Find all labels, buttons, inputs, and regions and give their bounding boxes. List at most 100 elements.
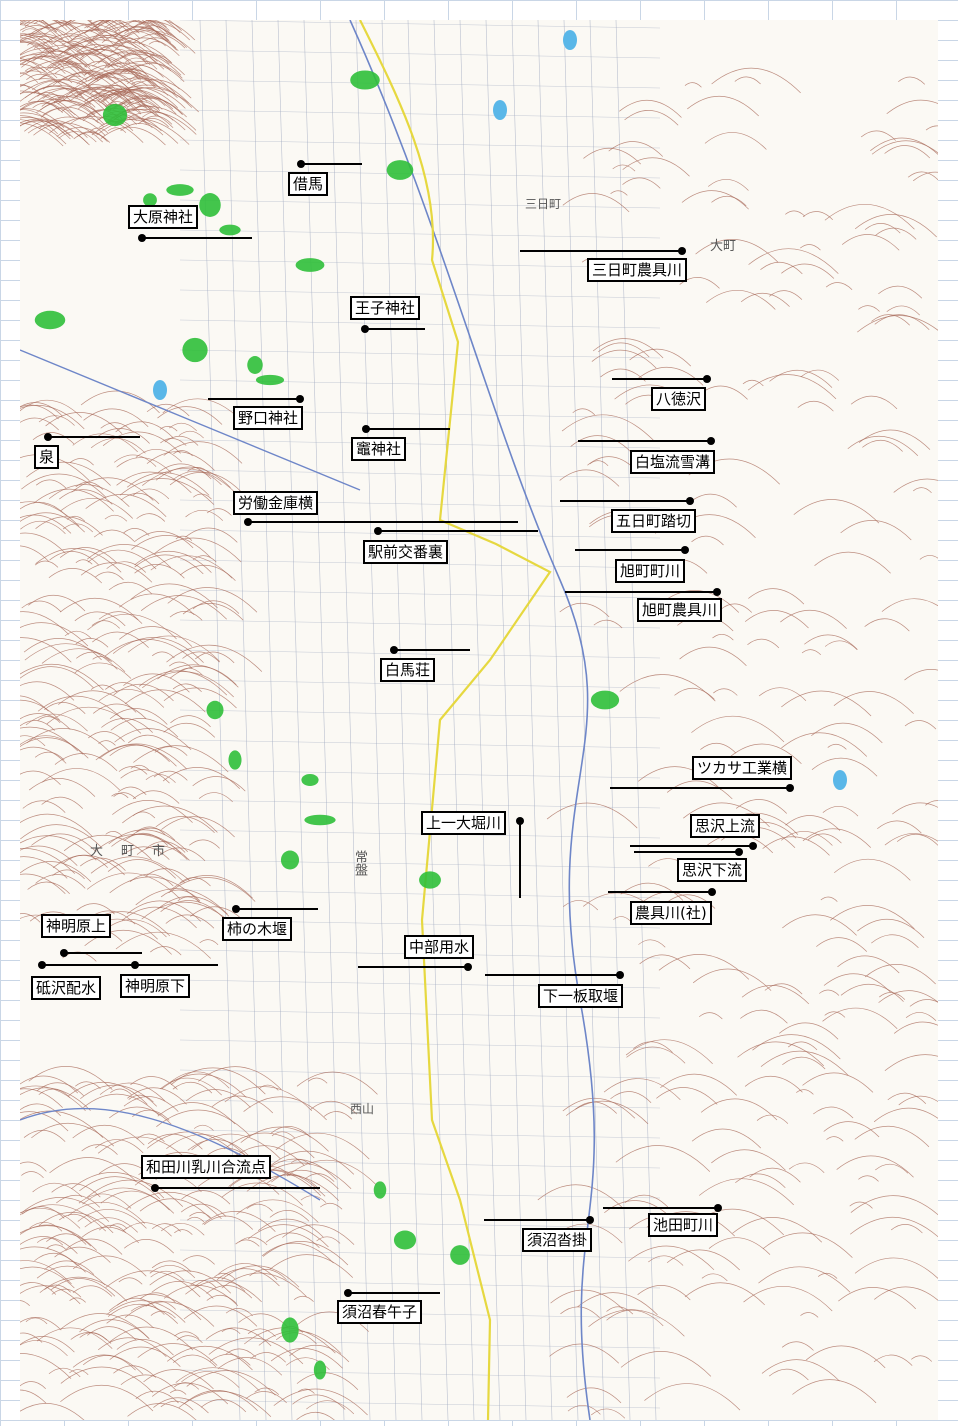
contour-line xyxy=(871,140,938,155)
contour-line xyxy=(72,1255,147,1277)
contour-line xyxy=(48,568,103,584)
contour-line xyxy=(802,828,871,848)
contour-line xyxy=(94,1139,144,1154)
contour-line xyxy=(199,939,219,945)
street-line xyxy=(407,20,449,1420)
station-dot xyxy=(708,888,716,896)
contour-line xyxy=(624,1194,669,1208)
leader-line xyxy=(578,440,711,442)
contour-line xyxy=(735,799,787,814)
street-line xyxy=(179,739,661,749)
leader-line xyxy=(603,1207,718,1209)
contour-line xyxy=(20,856,68,879)
contour-line xyxy=(748,248,839,274)
street-line xyxy=(179,319,661,329)
contour-line xyxy=(711,195,747,207)
green-area xyxy=(373,1181,387,1199)
contour-line xyxy=(76,651,112,663)
label-hakubaso: 白馬荘 xyxy=(380,658,436,682)
contour-line xyxy=(20,695,49,712)
contour-line xyxy=(857,315,938,333)
contour-line xyxy=(159,1077,222,1096)
contour-line xyxy=(792,1379,877,1404)
street-line xyxy=(485,20,527,1420)
green-area xyxy=(350,70,380,90)
contour-line xyxy=(656,1087,718,1105)
label-nogugawa-sha: 農具川(社) xyxy=(630,901,712,925)
station-dot xyxy=(735,848,743,856)
contour-line xyxy=(131,535,211,558)
label-rokin-yoko: 労働金庫横 xyxy=(233,491,319,515)
leader-line xyxy=(236,908,318,910)
label-kamado-shrine: 竈神社 xyxy=(351,437,407,461)
label-ikedamachi-gawa: 池田町川 xyxy=(648,1213,719,1237)
contour-line xyxy=(180,1203,227,1217)
station-dot xyxy=(362,425,370,433)
station-dot xyxy=(681,546,689,554)
green-area xyxy=(590,690,620,710)
contour-line xyxy=(265,1232,320,1248)
contour-line xyxy=(320,1202,343,1210)
contour-line xyxy=(887,1092,927,1104)
contour-line xyxy=(740,293,790,307)
contour-line xyxy=(71,477,154,501)
contour-line xyxy=(619,99,682,118)
street-line xyxy=(303,20,345,1420)
green-area xyxy=(206,700,224,720)
contour-line xyxy=(785,815,841,831)
contour-line xyxy=(740,1009,788,1024)
contour-line xyxy=(822,806,859,817)
contour-line xyxy=(28,778,96,797)
contour-line xyxy=(666,1249,740,1271)
label-izumi: 泉 xyxy=(34,445,60,469)
contour-line xyxy=(46,1244,68,1251)
label-asahimachi-nogugawa: 旭町農具川 xyxy=(637,598,723,622)
street-line xyxy=(179,1369,661,1379)
contour-line xyxy=(907,171,938,181)
contour-line xyxy=(236,1199,319,1223)
green-area xyxy=(386,160,414,180)
contour-line xyxy=(162,398,242,421)
contour-line xyxy=(886,305,920,316)
contour-line xyxy=(858,1175,879,1182)
contour-line xyxy=(760,262,803,275)
green-area xyxy=(166,184,194,196)
leader-line xyxy=(520,250,682,252)
contour-line xyxy=(49,1157,137,1182)
contour-line xyxy=(913,171,938,182)
map-word-omachi-city: 大町市 xyxy=(90,844,184,859)
contour-line xyxy=(782,914,857,936)
station-dot xyxy=(516,817,524,825)
contour-line xyxy=(81,1144,118,1155)
contour-line xyxy=(610,190,628,196)
contour-line xyxy=(679,646,747,666)
contour-line xyxy=(698,385,748,400)
contour-line xyxy=(834,858,911,881)
contour-line xyxy=(801,649,822,656)
contour-line xyxy=(588,1309,685,1337)
contour-line xyxy=(316,1236,341,1244)
contour-line xyxy=(118,1277,143,1285)
contour-line xyxy=(28,594,86,612)
contour-line xyxy=(850,1216,938,1238)
contour-line xyxy=(711,1149,786,1171)
street-line xyxy=(459,20,501,1420)
contour-line xyxy=(34,751,65,761)
station-dot xyxy=(749,842,757,850)
contour-line xyxy=(118,766,148,775)
contour-line xyxy=(737,1041,825,1067)
contour-line xyxy=(873,1354,913,1366)
contour-line xyxy=(898,76,926,85)
green-area xyxy=(304,814,336,826)
station-dot xyxy=(244,518,252,526)
contour-line xyxy=(20,835,97,861)
station-dot xyxy=(786,784,794,792)
contour-line xyxy=(80,562,153,583)
contour-line xyxy=(152,651,175,659)
contour-line xyxy=(583,147,641,165)
contour-line xyxy=(20,1389,47,1404)
contour-line xyxy=(296,1071,378,1095)
contour-line xyxy=(181,1190,231,1205)
contour-line xyxy=(836,1155,914,1178)
station-dot xyxy=(344,1289,352,1297)
